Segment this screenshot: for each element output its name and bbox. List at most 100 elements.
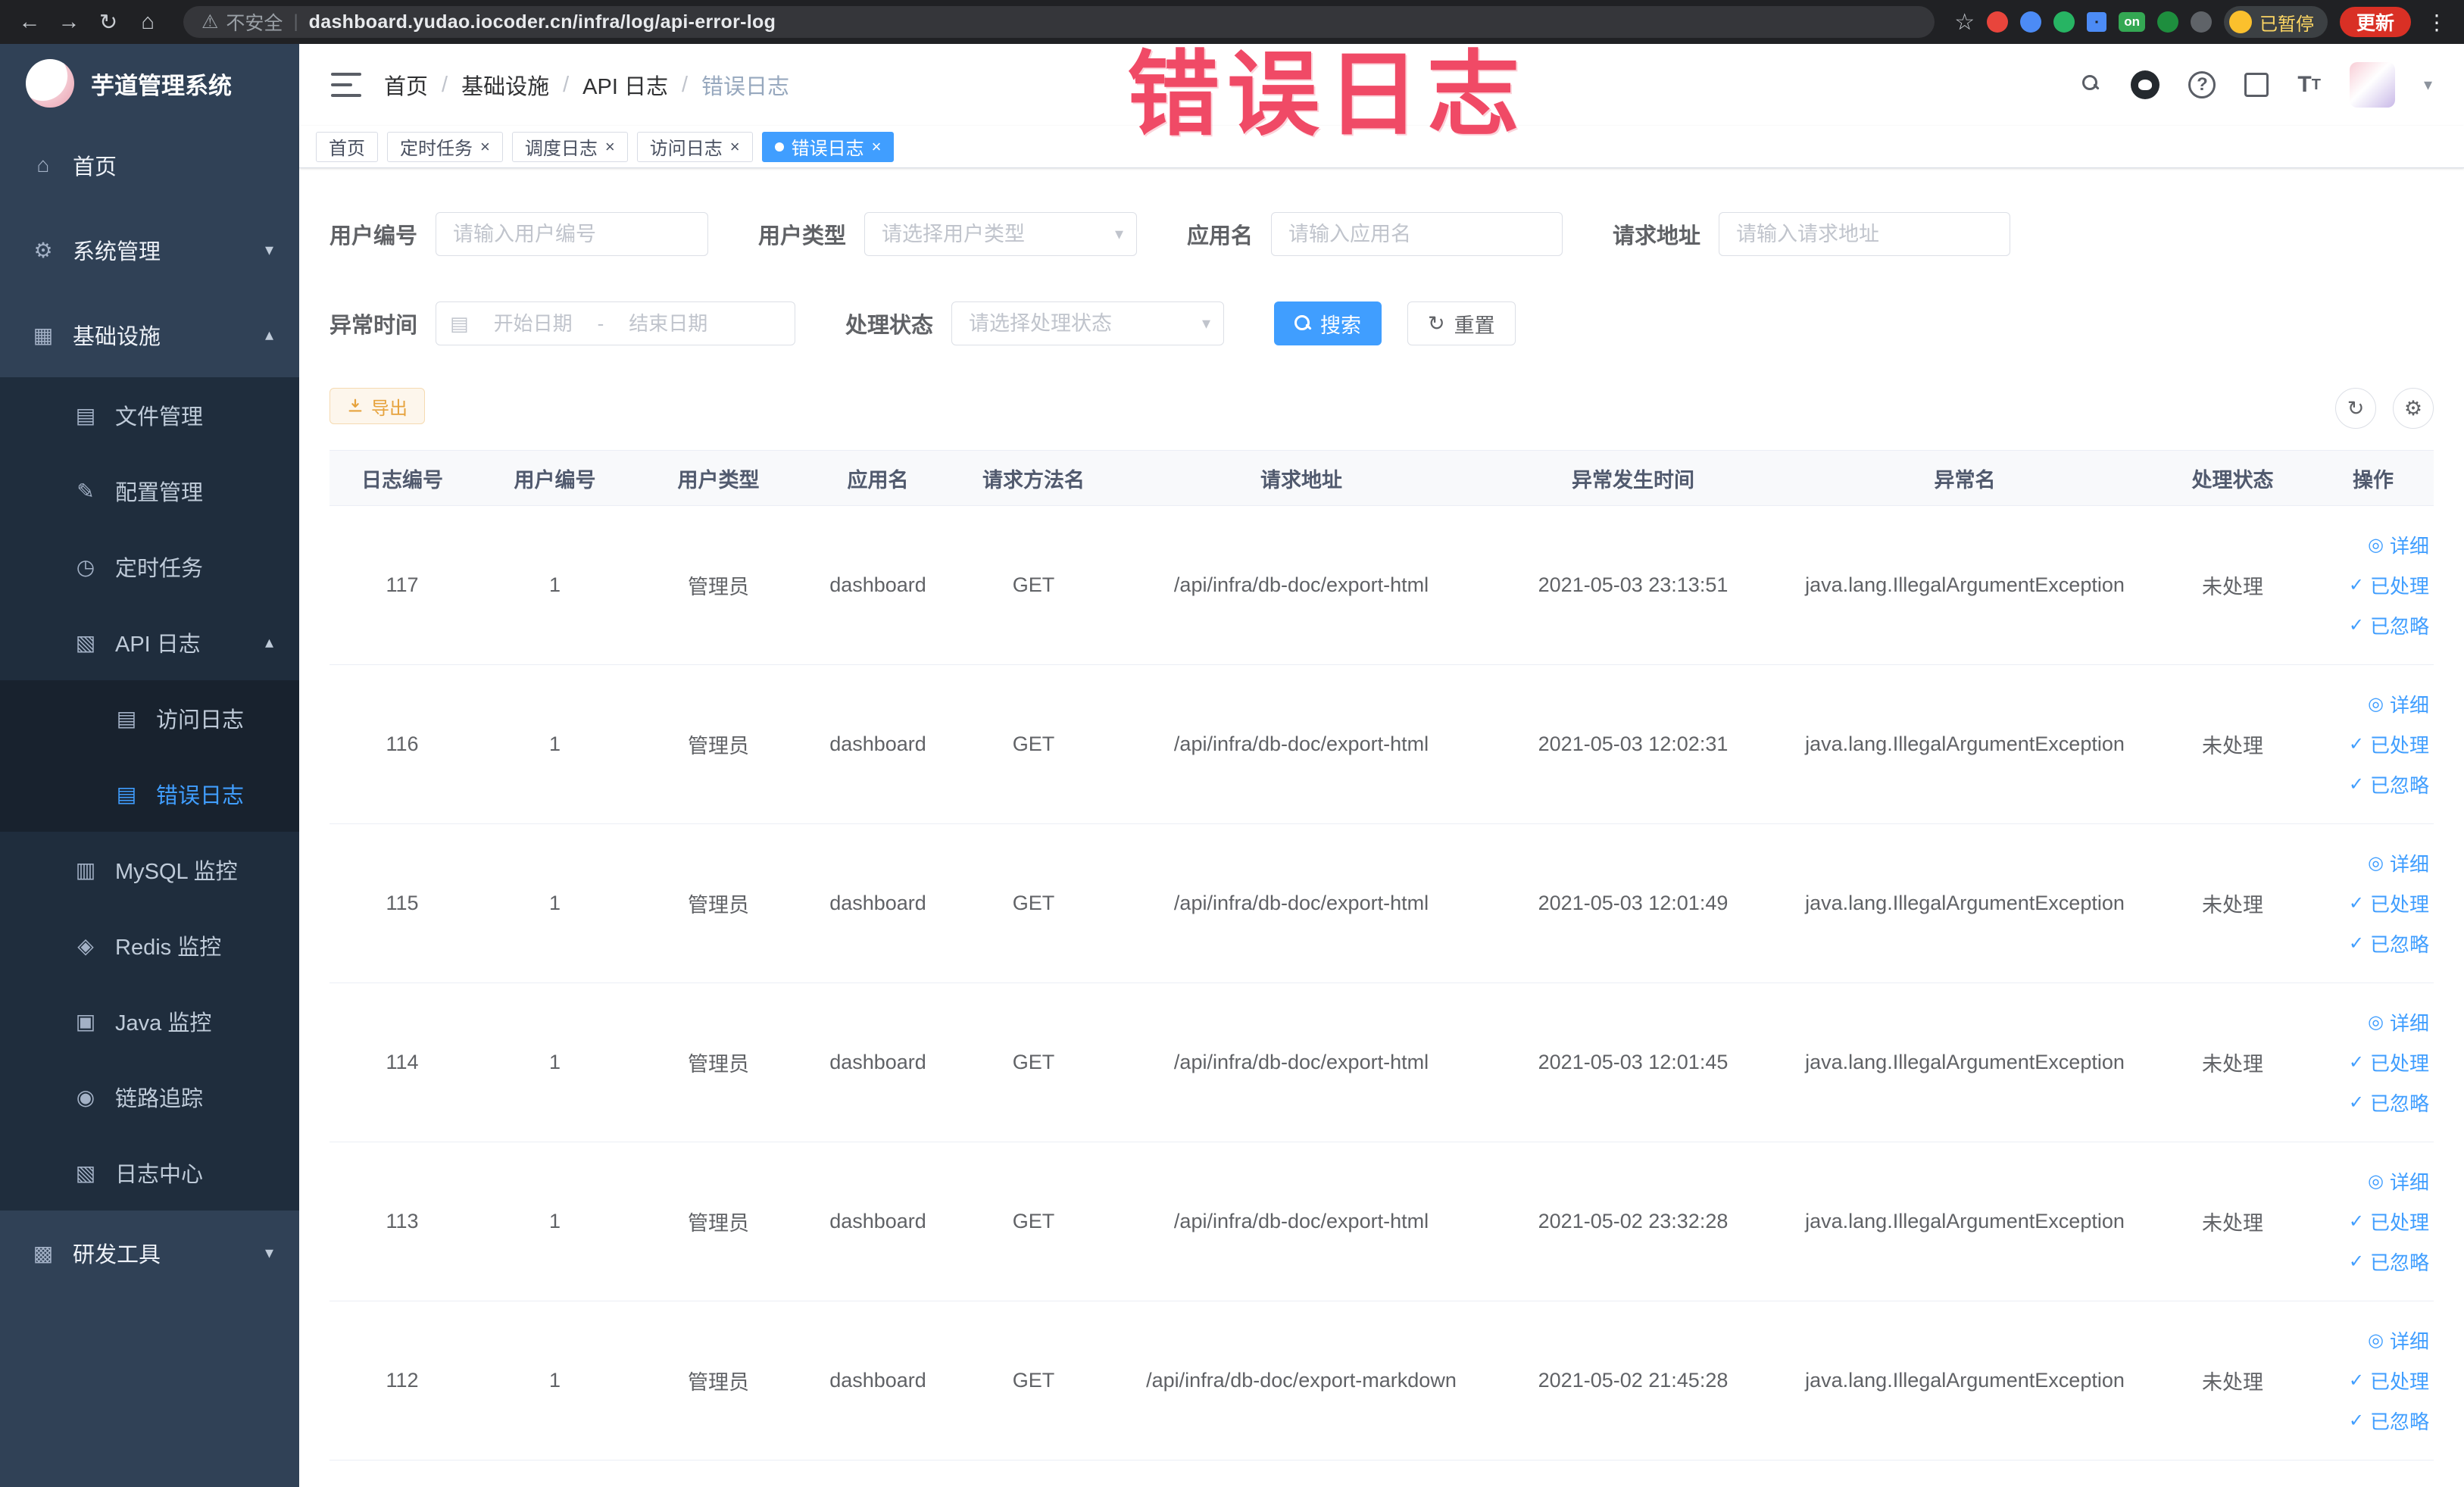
back-icon[interactable]: ← [14,6,45,38]
cell-app-name: dashboard [829,892,926,914]
sidebar-item-java-monitor[interactable]: ▣ Java 监控 [0,983,299,1059]
reload-icon[interactable]: ↻ [92,6,124,38]
search-icon[interactable] [2082,75,2102,95]
address-bar[interactable]: ⚠ 不安全 | dashboard.yudao.iocoder.cn/infra… [183,6,1935,38]
breadcrumb-item[interactable]: 首页 [384,69,428,101]
app-name-input[interactable] [1271,212,1563,256]
request-url-input[interactable] [1719,212,2011,256]
sidebar-item-dev-tools[interactable]: ▩ 研发工具 ▾ [0,1211,299,1295]
date-range-picker[interactable]: ▤ - [436,301,796,345]
action-processed-link[interactable]: ✓ 已处理 [2349,1207,2429,1236]
action-ignored-link[interactable]: ✓ 已忽略 [2349,611,2429,639]
tab-close-icon[interactable]: × [872,138,882,155]
tab-error-logs[interactable]: 错误日志 × [761,131,895,162]
home-icon[interactable]: ⌂ [132,6,164,38]
extension-icon[interactable] [2053,11,2075,33]
eye-icon: ◎ [2368,1171,2384,1192]
action-detail-link[interactable]: ◎ 详细 [2368,1326,2429,1354]
sidebar-item-system-management[interactable]: ⚙ 系统管理 ▾ [0,208,299,292]
action-ignored-link[interactable]: ✓ 已忽略 [2349,929,2429,957]
user-id-input[interactable] [436,212,709,256]
sidebar-toggle-icon[interactable] [331,73,361,97]
sidebar-item-error-logs[interactable]: ▤ 错误日志 [0,756,299,832]
action-detail-link[interactable]: ◎ 详细 [2368,531,2429,559]
end-date-input[interactable] [611,311,726,336]
sidebar-item-link-tracing[interactable]: ◉ 链路追踪 [0,1059,299,1135]
tab-access-logs[interactable]: 访问日志 × [636,131,753,162]
action-detail-link[interactable]: ◎ 详细 [2368,690,2429,718]
refresh-table-button[interactable]: ↻ [2335,388,2376,429]
profile-chip[interactable]: 已暂停 [2223,6,2328,38]
sidebar-item-redis-monitor[interactable]: ◈ Redis 监控 [0,908,299,983]
extension-on-badge[interactable]: on [2119,12,2145,32]
action-processed-link[interactable]: ✓ 已处理 [2349,730,2429,758]
gear-icon: ⚙ [33,238,53,262]
action-processed-link[interactable]: ✓ 已处理 [2349,1048,2429,1076]
help-icon[interactable]: ? [2188,71,2216,98]
browser-menu-icon[interactable]: ⋮ [2423,10,2450,35]
column-settings-button[interactable]: ⚙ [2393,388,2434,429]
export-button[interactable]: 导出 [329,388,425,424]
extension-grid-icon[interactable] [2087,12,2107,32]
action-detail-link[interactable]: ◎ 详细 [2368,849,2429,877]
tab-close-icon[interactable]: × [480,138,490,155]
user-type-select-input[interactable] [864,212,1138,256]
extension-leaf-icon[interactable] [2156,11,2178,33]
user-type-select[interactable]: ▾ [864,212,1138,256]
action-ignored-link[interactable]: ✓ 已忽略 [2349,1089,2429,1117]
sidebar-item-label: 研发工具 [73,1243,161,1267]
forward-icon[interactable]: → [53,6,85,38]
action-processed-link[interactable]: ✓ 已处理 [2349,1367,2429,1395]
sidebar-item-scheduled-tasks[interactable]: ◷ 定时任务 [0,529,299,604]
check-icon: ✓ [2348,615,2364,636]
tab-close-icon[interactable]: × [605,138,615,155]
cell-request-url: /api/infra/db-doc/export-markdown [1146,1369,1457,1392]
app-logo[interactable]: 芋道管理系统 [0,44,299,123]
security-chip[interactable]: ⚠ 不安全 [201,8,283,36]
sidebar-item-config-management[interactable]: ✎ 配置管理 [0,453,299,529]
bookmark-star-icon[interactable]: ☆ [1954,9,1975,36]
sidebar-item-api-logs[interactable]: ▧ API 日志 ▴ [0,604,299,680]
action-detail-link[interactable]: ◎ 详细 [2368,1167,2429,1195]
tab-scheduled-tasks[interactable]: 定时任务 × [387,131,503,162]
extension-paw-icon[interactable] [2190,11,2212,33]
sidebar-item-log-center[interactable]: ▧ 日志中心 [0,1135,299,1211]
export-button-label: 导出 [371,398,408,419]
extension-icon[interactable] [1987,11,2009,33]
github-icon[interactable] [2131,70,2160,99]
action-detail-link[interactable]: ◎ 详细 [2368,1008,2429,1036]
action-ignored-link[interactable]: ✓ 已忽略 [2349,1248,2429,1276]
reset-button[interactable]: ↻ 重置 [1407,301,1516,345]
breadcrumb-item[interactable]: 基础设施 [461,69,549,101]
tab-dispatch-logs[interactable]: 调度日志 × [511,131,628,162]
tab-home[interactable]: 首页 [316,131,378,162]
action-ignored-link[interactable]: ✓ 已忽略 [2349,1407,2429,1435]
tab-close-icon[interactable]: × [730,138,740,155]
sidebar-item-infrastructure[interactable]: ▦ 基础设施 ▴ [0,292,299,377]
check-icon: ✓ [2348,1251,2364,1272]
error-log-table: 日志编号 用户编号 用户类型 应用名 请求方法名 请求地址 异常发生时间 异常名… [329,450,2434,1460]
cell-request-url: /api/infra/db-doc/export-html [1173,1210,1429,1232]
breadcrumb-item[interactable]: API 日志 [582,69,668,101]
avatar-caret-icon[interactable]: ▾ [2424,75,2432,95]
sidebar-item-file-management[interactable]: ▤ 文件管理 [0,377,299,453]
update-button[interactable]: 更新 [2339,7,2411,37]
action-processed-link[interactable]: ✓ 已处理 [2349,571,2429,599]
action-processed-link[interactable]: ✓ 已处理 [2349,889,2429,917]
process-status-select[interactable]: ▾ [951,301,1225,345]
process-status-select-input[interactable] [951,301,1225,345]
table-row: 117 1 管理员 dashboard GET /api/infra/db-do… [329,506,2434,665]
sidebar-item-mysql-monitor[interactable]: ▥ MySQL 监控 [0,832,299,908]
sidebar-item-access-logs[interactable]: ▤ 访问日志 [0,680,299,756]
start-date-input[interactable] [476,311,590,336]
cell-user-type: 管理员 [688,735,749,758]
sidebar-item-home[interactable]: ⌂ 首页 [0,123,299,208]
search-button[interactable]: 搜索 [1274,301,1382,345]
user-avatar[interactable] [2349,62,2395,108]
font-size-icon[interactable]: TT [2297,72,2321,98]
fullscreen-icon[interactable] [2244,73,2269,97]
action-ignored-link[interactable]: ✓ 已忽略 [2349,770,2429,798]
sidebar-item-label: API 日志 [115,633,201,657]
extension-icon[interactable] [2020,11,2042,33]
filter-exception-time: 异常时间 ▤ - [329,301,796,345]
